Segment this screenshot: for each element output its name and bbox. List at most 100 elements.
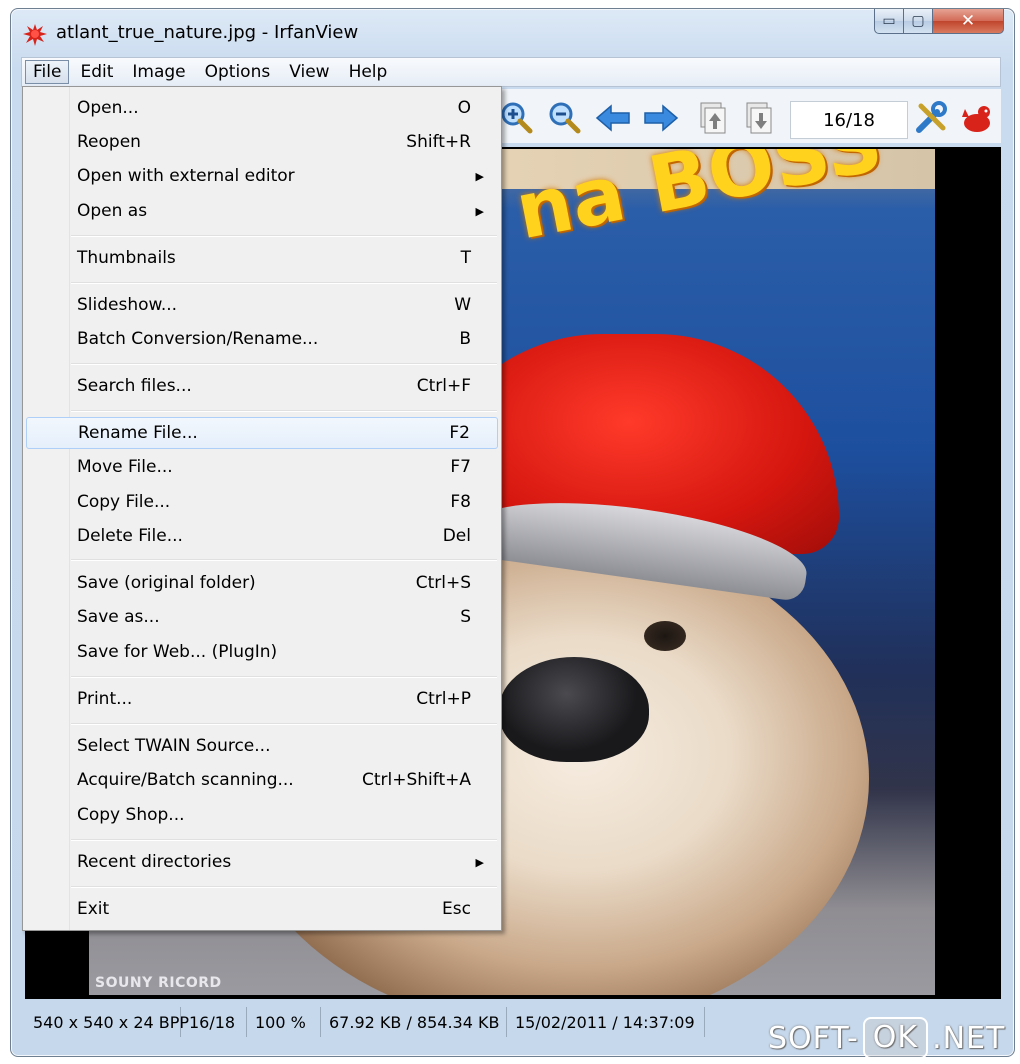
minimize-button[interactable]: ▭ xyxy=(874,9,904,34)
previous-arrow-icon[interactable] xyxy=(595,101,631,135)
file-menu-dropdown: Open... O Reopen Shift+R Open with external … xyxy=(22,86,502,931)
page-up-icon[interactable] xyxy=(695,101,731,135)
menu-item-shortcut: B xyxy=(459,329,471,349)
menu-item-shortcut: Ctrl+Shift+A xyxy=(361,770,471,790)
settings-tools-icon[interactable] xyxy=(913,101,949,135)
menu-item-shortcut: Ctrl+P xyxy=(416,689,471,709)
menu-item-acquire-batch-scanning[interactable]: Acquire/Batch scanning... Ctrl+Shift+A xyxy=(26,764,498,796)
menu-item-copy-shop[interactable]: Copy Shop... xyxy=(26,799,498,831)
menu-item-delete-file[interactable]: Delete File... Del xyxy=(26,520,498,552)
dog-nose xyxy=(499,657,649,762)
menu-separator xyxy=(71,839,497,841)
menu-separator xyxy=(71,559,497,561)
status-index: 16/18 xyxy=(181,1007,247,1037)
irfanview-logo-icon[interactable] xyxy=(959,101,995,135)
menu-item-label: Acquire/Batch scanning... xyxy=(77,770,294,790)
menu-item-shortcut: Esc xyxy=(442,899,471,919)
site-watermark-box: OK xyxy=(862,1017,929,1059)
status-zoom: 100 % xyxy=(247,1007,321,1037)
menu-item-label: Batch Conversion/Rename... xyxy=(77,329,319,349)
menu-edit[interactable]: Edit xyxy=(72,60,121,84)
menu-item-label: Search files... xyxy=(77,376,192,396)
menu-separator xyxy=(71,723,497,725)
site-watermark-left: SOFT- xyxy=(768,1020,859,1056)
menu-item-batch-conversion-rename[interactable]: Batch Conversion/Rename... B xyxy=(26,323,498,355)
menu-separator xyxy=(71,235,497,237)
menu-item-label: Open... xyxy=(77,98,139,118)
menu-item-label: Exit xyxy=(77,899,110,919)
menu-item-search-files[interactable]: Search files... Ctrl+F xyxy=(26,370,498,402)
submenu-arrow-icon: ▶ xyxy=(475,855,484,869)
site-watermark: SOFT- OK .NET xyxy=(768,1017,1006,1059)
menu-item-move-file[interactable]: Move File... F7 xyxy=(26,451,498,483)
menu-item-label: Copy Shop... xyxy=(77,805,185,825)
graffiti-text: na BOSS xyxy=(509,149,890,258)
menu-file[interactable]: File xyxy=(25,60,70,84)
maximize-button[interactable]: ▢ xyxy=(904,9,933,34)
menu-separator xyxy=(71,363,497,365)
menu-item-shortcut: Ctrl+S xyxy=(415,573,471,593)
close-button[interactable]: ✕ xyxy=(933,9,1004,34)
menu-item-label: Delete File... xyxy=(77,526,183,546)
menu-item-shortcut: F8 xyxy=(450,492,471,512)
zoom-in-icon[interactable] xyxy=(499,101,535,135)
menu-item-label: Save for Web... (PlugIn) xyxy=(77,642,278,662)
menu-item-rename-file[interactable]: Rename File... F2 xyxy=(26,417,498,449)
menu-item-shortcut: S xyxy=(460,607,471,627)
menu-item-save-for-web-plugin[interactable]: Save for Web... (PlugIn) xyxy=(26,636,498,668)
menu-item-save-as[interactable]: Save as... S xyxy=(26,601,498,633)
menu-item-label: Select TWAIN Source... xyxy=(77,736,271,756)
menu-item-label: Thumbnails xyxy=(77,248,176,268)
menu-item-slideshow[interactable]: Slideshow... W xyxy=(26,289,498,321)
menu-item-label: Recent directories xyxy=(77,852,232,872)
site-watermark-right: .NET xyxy=(932,1020,1006,1056)
menu-item-shortcut: F2 xyxy=(449,423,470,443)
menu-item-label: Save (original folder) xyxy=(77,573,256,593)
menu-item-label: Open as xyxy=(77,201,148,221)
menu-item-shortcut: T xyxy=(460,248,471,268)
menu-separator xyxy=(71,886,497,888)
menu-view[interactable]: View xyxy=(281,60,337,84)
menu-item-print[interactable]: Print... Ctrl+P xyxy=(26,683,498,715)
menu-item-save-original-folder[interactable]: Save (original folder) Ctrl+S xyxy=(26,567,498,599)
menu-item-label: Rename File... xyxy=(78,423,198,443)
caption-buttons: ▭ ▢ ✕ xyxy=(874,9,1004,35)
photo-watermark: SOUNY RICORD xyxy=(95,975,222,991)
page-down-icon[interactable] xyxy=(741,101,777,135)
menu-item-label: Slideshow... xyxy=(77,295,178,315)
menu-item-recent-directories[interactable]: Recent directories ▶ xyxy=(26,846,498,878)
menu-item-label: Save as... xyxy=(77,607,160,627)
menu-item-label: Move File... xyxy=(77,457,173,477)
menu-item-copy-file[interactable]: Copy File... F8 xyxy=(26,486,498,518)
title-bar[interactable]: atlant_true_nature.jpg - IrfanView ▭ ▢ ✕ xyxy=(11,9,1014,57)
menu-item-thumbnails[interactable]: Thumbnails T xyxy=(26,242,498,274)
menu-item-open-as[interactable]: Open as ▶ xyxy=(26,195,498,227)
menu-item-shortcut: F7 xyxy=(450,457,471,477)
menu-item-label: Reopen xyxy=(77,132,141,152)
menu-item-shortcut: W xyxy=(454,295,471,315)
menu-item-label: Open with external editor xyxy=(77,166,295,186)
menu-options[interactable]: Options xyxy=(197,60,279,84)
menu-item-label: Print... xyxy=(77,689,133,709)
next-arrow-icon[interactable] xyxy=(643,101,679,135)
menu-item-shortcut: O xyxy=(457,98,471,118)
menu-separator xyxy=(71,676,497,678)
status-file-size: 67.92 KB / 854.34 KB xyxy=(321,1007,507,1037)
submenu-arrow-icon: ▶ xyxy=(475,169,484,183)
submenu-arrow-icon: ▶ xyxy=(475,204,484,218)
menu-image[interactable]: Image xyxy=(124,60,193,84)
menu-item-open-with-external-editor[interactable]: Open with external editor ▶ xyxy=(26,160,498,192)
menu-item-exit[interactable]: Exit Esc xyxy=(26,893,498,925)
menu-separator xyxy=(71,410,497,412)
irfanview-app-icon[interactable] xyxy=(22,22,48,48)
menu-item-open[interactable]: Open... O xyxy=(26,92,498,124)
menu-item-shortcut: Ctrl+F xyxy=(416,376,471,396)
menu-separator xyxy=(71,282,497,284)
status-dimensions: 540 x 540 x 24 BPP xyxy=(25,1007,189,1037)
menu-item-select-twain-source[interactable]: Select TWAIN Source... xyxy=(26,730,498,762)
menu-help[interactable]: Help xyxy=(341,60,396,84)
menu-item-label: Copy File... xyxy=(77,492,171,512)
page-counter-field[interactable]: 16/18 xyxy=(790,101,908,139)
menu-item-reopen[interactable]: Reopen Shift+R xyxy=(26,126,498,158)
zoom-out-icon[interactable] xyxy=(547,101,583,135)
